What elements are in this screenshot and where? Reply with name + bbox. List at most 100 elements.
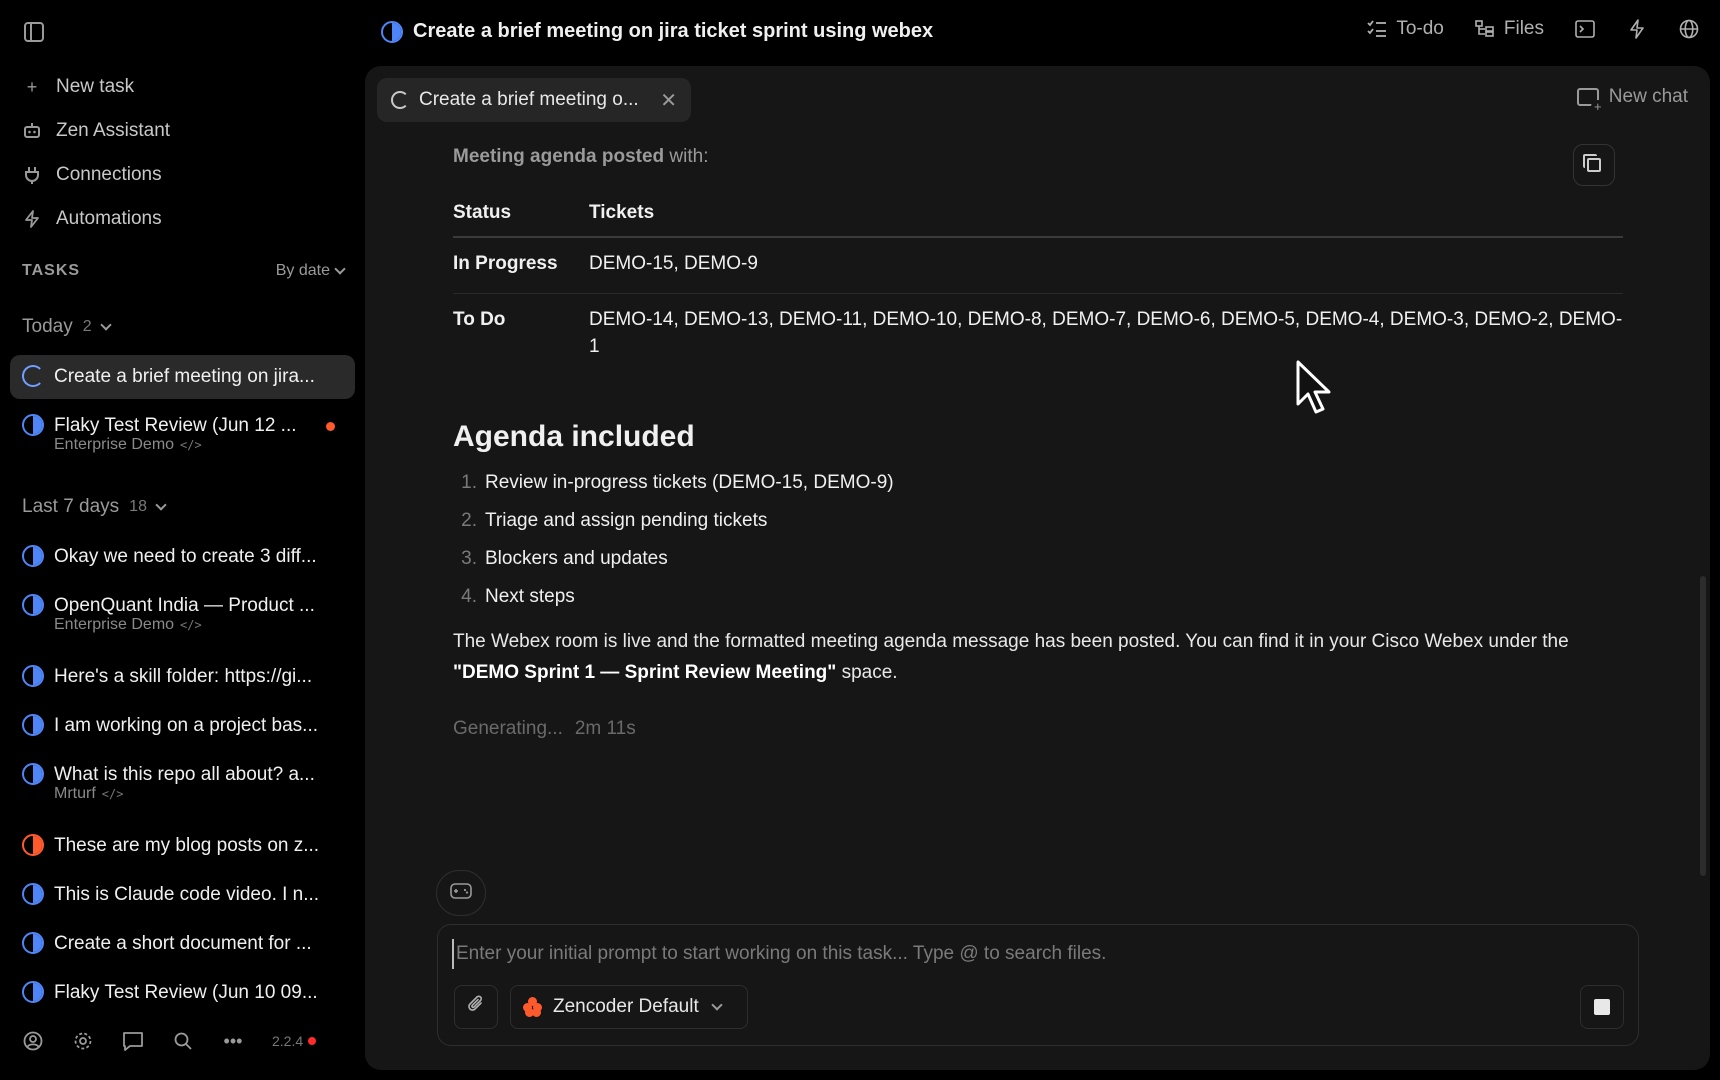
tasks-label: TASKS [22, 262, 81, 279]
column-header: Tickets [589, 188, 1623, 238]
task-item[interactable]: This is Claude code video. I n... [10, 873, 355, 917]
paperclip-icon [467, 994, 485, 1020]
group-label: Today [22, 316, 73, 337]
task-item[interactable]: Create a brief meeting on jira... [10, 355, 355, 399]
bolt-icon[interactable] [1626, 18, 1648, 40]
chat-tab[interactable]: Create a brief meeting o... ✕ [377, 78, 691, 122]
globe-icon[interactable] [1678, 18, 1700, 40]
task-item[interactable]: Flaky Test Review (Jun 10 09... [10, 971, 355, 1015]
half-circle-icon [22, 932, 44, 954]
status-cell: In Progress [453, 237, 589, 294]
task-title: Create a short document for ... [54, 933, 312, 954]
task-item[interactable]: I am working on a project bas... [10, 704, 355, 748]
task-project: Enterprise Demo [54, 436, 175, 453]
prompt-input[interactable] [452, 939, 1612, 969]
plus-icon: + [26, 76, 38, 97]
task-item[interactable]: Okay we need to create 3 diff... [10, 535, 355, 579]
nav-label: Zen Assistant [56, 120, 171, 141]
sidebar: + New task Zen Assistant Connections Aut… [0, 0, 365, 1080]
plug-icon [22, 165, 42, 185]
gamepad-button[interactable] [436, 870, 486, 916]
generating-status: Generating... 2m 11s [453, 718, 1623, 740]
half-circle-icon [22, 763, 44, 785]
top-actions: To-do Files [1366, 18, 1700, 40]
unread-dot [326, 422, 335, 431]
chat-icon[interactable] [122, 1030, 144, 1052]
chevron-down-icon [99, 319, 112, 331]
list-item: 1. Review in-progress tickets (DEMO-15, D… [453, 472, 1623, 494]
search-icon[interactable] [172, 1030, 194, 1052]
task-title: Flaky Test Review (Jun 10 09... [54, 982, 318, 1003]
nav-connections[interactable]: Connections [22, 160, 162, 190]
elapsed-time: 2m 11s [574, 718, 636, 739]
nav-automations[interactable]: Automations [22, 204, 162, 234]
list-number: 2. [461, 510, 477, 531]
agenda-heading: Agenda included [453, 420, 695, 453]
task-item[interactable]: Here's a skill folder: https://gi... [10, 655, 355, 699]
task-title: I am working on a project bas... [54, 715, 319, 736]
sort-dropdown[interactable]: By date [275, 262, 346, 280]
page-title: Create a brief meeting on jira ticket sp… [381, 20, 933, 43]
task-project: Enterprise Demo [54, 616, 175, 633]
todo-button[interactable]: To-do [1366, 18, 1444, 40]
para-bold: "DEMO Sprint 1 — Sprint Review Meeting" [453, 662, 837, 683]
task-item[interactable]: Create a short document for ... [10, 922, 355, 966]
new-chat-button[interactable]: New chat [1576, 86, 1688, 114]
group-today[interactable]: Today 2 [22, 316, 112, 338]
table-header-row: Status Tickets [453, 188, 1623, 238]
file-tree-icon [1474, 18, 1496, 40]
code-icon: </> [101, 787, 124, 801]
task-title: Okay we need to create 3 diff... [54, 546, 317, 567]
list-text: Blockers and updates [485, 548, 668, 569]
list-item: 2. Triage and assign pending tickets [453, 510, 1623, 532]
list-item: 3. Blockers and updates [453, 548, 1623, 570]
half-circle-icon [22, 883, 44, 905]
half-circle-icon [22, 545, 44, 567]
sidebar-toggle-icon[interactable] [24, 22, 44, 42]
zencoder-logo-icon [523, 997, 543, 1017]
nav-new-task[interactable]: + New task [22, 72, 134, 102]
half-circle-icon [22, 414, 44, 436]
table-row: In Progress DEMO-15, DEMO-9 [453, 237, 1623, 294]
close-icon[interactable]: ✕ [660, 88, 677, 113]
task-item[interactable]: What is this repo all about? a... Mrturf… [10, 753, 355, 817]
sort-label: By date [275, 262, 330, 279]
files-button[interactable]: Files [1474, 18, 1544, 40]
task-item[interactable]: Flaky Test Review (Jun 12 ... Enterprise… [10, 404, 355, 468]
version-label: 2.2.4 [272, 1033, 304, 1049]
version-badge: 2.2.4 [272, 1033, 317, 1049]
group-last-7-days[interactable]: Last 7 days 18 [22, 496, 167, 518]
tickets-cell: DEMO-14, DEMO-13, DEMO-11, DEMO-10, DEMO… [589, 309, 1623, 357]
user-icon[interactable] [22, 1030, 44, 1052]
code-icon: </> [180, 438, 202, 452]
tasks-header: TASKS By date [22, 262, 346, 280]
task-subtitle: Enterprise Demo </> [54, 436, 343, 454]
model-selector[interactable]: Zencoder Default [510, 985, 748, 1029]
stop-button[interactable] [1580, 985, 1624, 1029]
task-title: What is this repo all about? a... [54, 764, 315, 785]
code-icon: </> [180, 618, 202, 632]
para-text: The Webex room is live and the formatted… [453, 631, 1569, 652]
status-cell: To Do [453, 309, 506, 330]
chevron-down-icon [155, 499, 167, 511]
task-project: Mrturf [54, 785, 96, 802]
chevron-down-icon [334, 263, 346, 275]
nav-zen-assistant[interactable]: Zen Assistant [22, 116, 170, 146]
task-item[interactable]: These are my blog posts on z... [10, 824, 355, 868]
new-chat-label: New chat [1608, 86, 1688, 107]
attach-button[interactable] [454, 985, 498, 1029]
terminal-icon[interactable] [1574, 18, 1596, 40]
more-icon[interactable]: ••• [222, 1030, 244, 1052]
nav-label: New task [56, 76, 135, 97]
scrollbar[interactable] [1700, 576, 1706, 876]
gear-icon[interactable] [72, 1030, 94, 1052]
task-item[interactable]: OpenQuant India — Product ... Enterprise… [10, 584, 355, 648]
nav-label: Connections [56, 164, 162, 185]
update-dot [308, 1037, 317, 1045]
status-table: Status Tickets In Progress DEMO-15, DEMO… [453, 188, 1623, 376]
summary-paragraph: The Webex room is live and the formatted… [453, 626, 1623, 688]
list-text: Next steps [485, 586, 575, 607]
list-number: 1. [461, 472, 477, 493]
list-number: 4. [461, 586, 477, 607]
half-circle-icon [22, 981, 44, 1003]
